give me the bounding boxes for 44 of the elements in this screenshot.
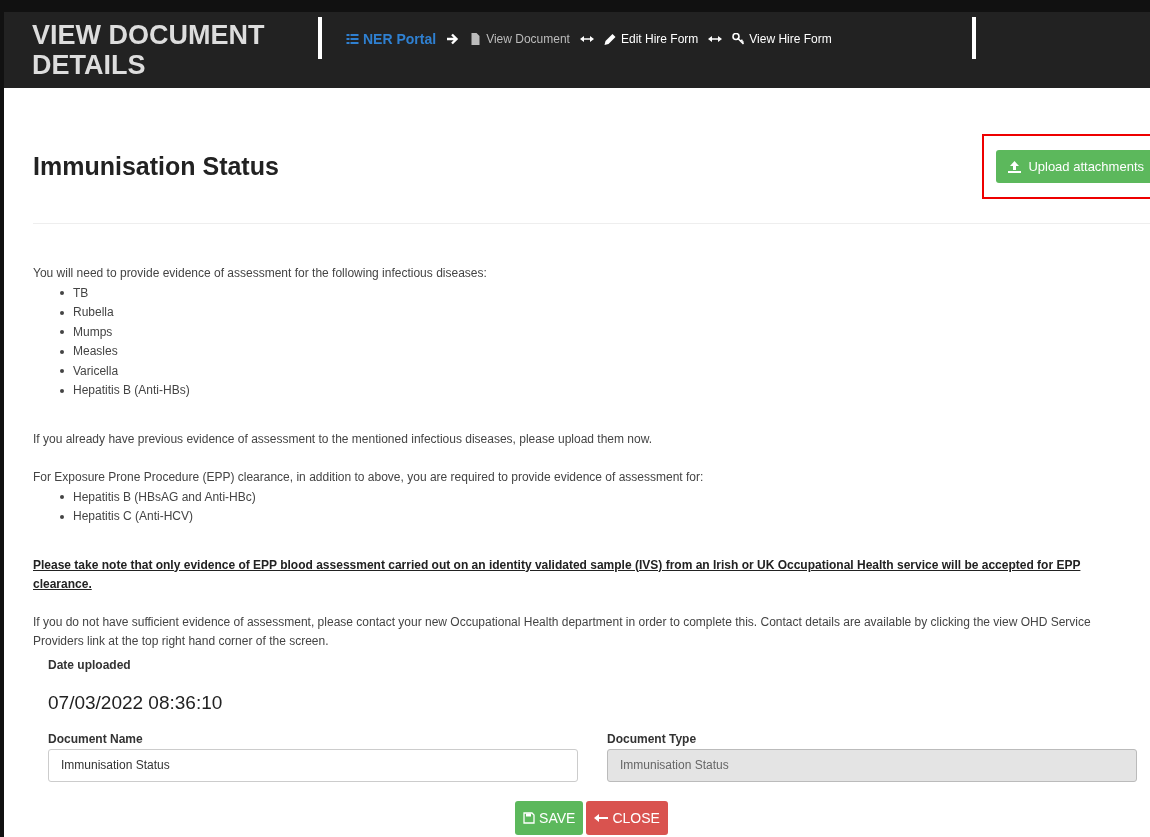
bullet-icon — [60, 514, 64, 519]
arrow-right-icon — [446, 33, 460, 45]
pencil-icon — [603, 33, 617, 45]
arrow-left-icon — [594, 812, 609, 823]
bullet-icon — [60, 369, 64, 374]
list-icon — [346, 33, 359, 45]
double-arrow-icon — [708, 35, 723, 43]
save-button[interactable]: SAVE — [515, 800, 584, 835]
field-label: Date uploaded — [48, 657, 132, 672]
disease-item: Mumps — [73, 323, 113, 341]
file-icon — [469, 33, 483, 45]
disease-item: Hepatitis B (HBsAG and Anti-HBc) — [73, 488, 256, 506]
bullet-icon — [60, 388, 64, 393]
disease-item: Measles — [73, 343, 118, 360]
disease-item: Varicella — [73, 362, 119, 380]
instruction-text: If you do not have sufficient evidence of assessment, please contact your new Occupational Health department in order to complete this. Contact details are available by clicking the view OHD Service Providers link at the top right hand corner of the screen. — [33, 613, 1092, 650]
upload-button[interactable]: Upload attachments — [996, 150, 1150, 183]
disease-item: Hepatitis B (Anti-HBs) — [73, 382, 190, 399]
breadcrumb-link[interactable]: View Document — [469, 32, 570, 46]
breadcrumb-link[interactable]: Edit Hire Form — [603, 32, 699, 46]
bullet-icon — [60, 349, 64, 354]
field-label: Document Type — [607, 731, 698, 746]
key-icon — [732, 33, 746, 45]
bullet-icon — [60, 291, 64, 296]
bullet-icon — [60, 495, 64, 500]
disease-item: Hepatitis C (Anti-HCV) — [73, 508, 194, 525]
instruction-text: You will need to provide evidence of assessment for the following infectious diseases: — [33, 265, 488, 282]
breadcrumb-link[interactable]: View Hire Form — [732, 32, 832, 46]
bullet-icon — [60, 310, 64, 315]
disease-item: TB — [73, 284, 89, 302]
disease-item: Rubella — [73, 304, 114, 321]
double-arrow-icon — [579, 35, 594, 43]
page-header-title: VIEW DOCUMENT DETAILS — [32, 20, 266, 80]
upload-icon — [1008, 160, 1022, 173]
breadcrumb-link[interactable]: NER Portal — [346, 31, 437, 47]
instruction-text: If you already have previous evidence of assessment to the mentioned infectious diseases, please upload them now. — [33, 430, 654, 448]
close-button[interactable]: CLOSE — [586, 800, 668, 835]
section-title: Immunisation Status — [33, 152, 279, 181]
field-label: Document Name — [48, 731, 144, 746]
text-field[interactable]: Immunisation Status — [48, 748, 578, 782]
instruction-text: For Exposure Prone Procedure (EPP) clearance, in addition to above, you are required to provide evidence of assessment for: — [33, 469, 705, 486]
date-value: 07/03/2022 08:36:10 — [48, 691, 224, 714]
bullet-icon — [60, 330, 64, 335]
important-note: Please take note that only evidence of EPP blood assessment carried out on an identity validated sample (IVS) from an Irish or UK Occupational Health service will be accepted for EPP clearance. — [33, 556, 1082, 593]
